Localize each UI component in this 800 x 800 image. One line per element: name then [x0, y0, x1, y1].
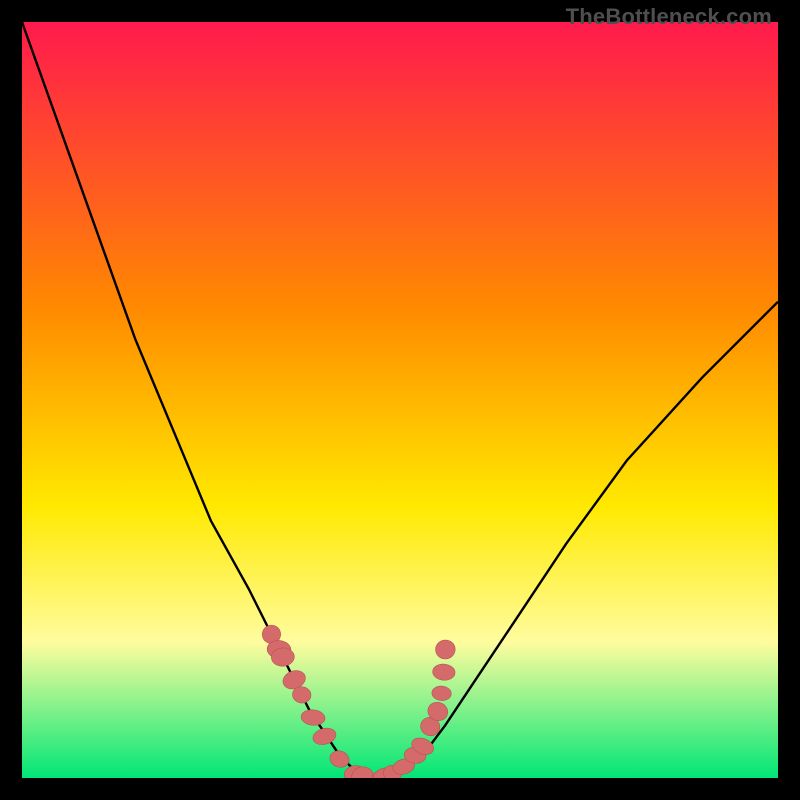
plot-area: [22, 22, 778, 778]
watermark-text: TheBottleneck.com: [566, 4, 772, 30]
chart-svg: [22, 22, 778, 778]
gradient-background: [22, 22, 778, 778]
